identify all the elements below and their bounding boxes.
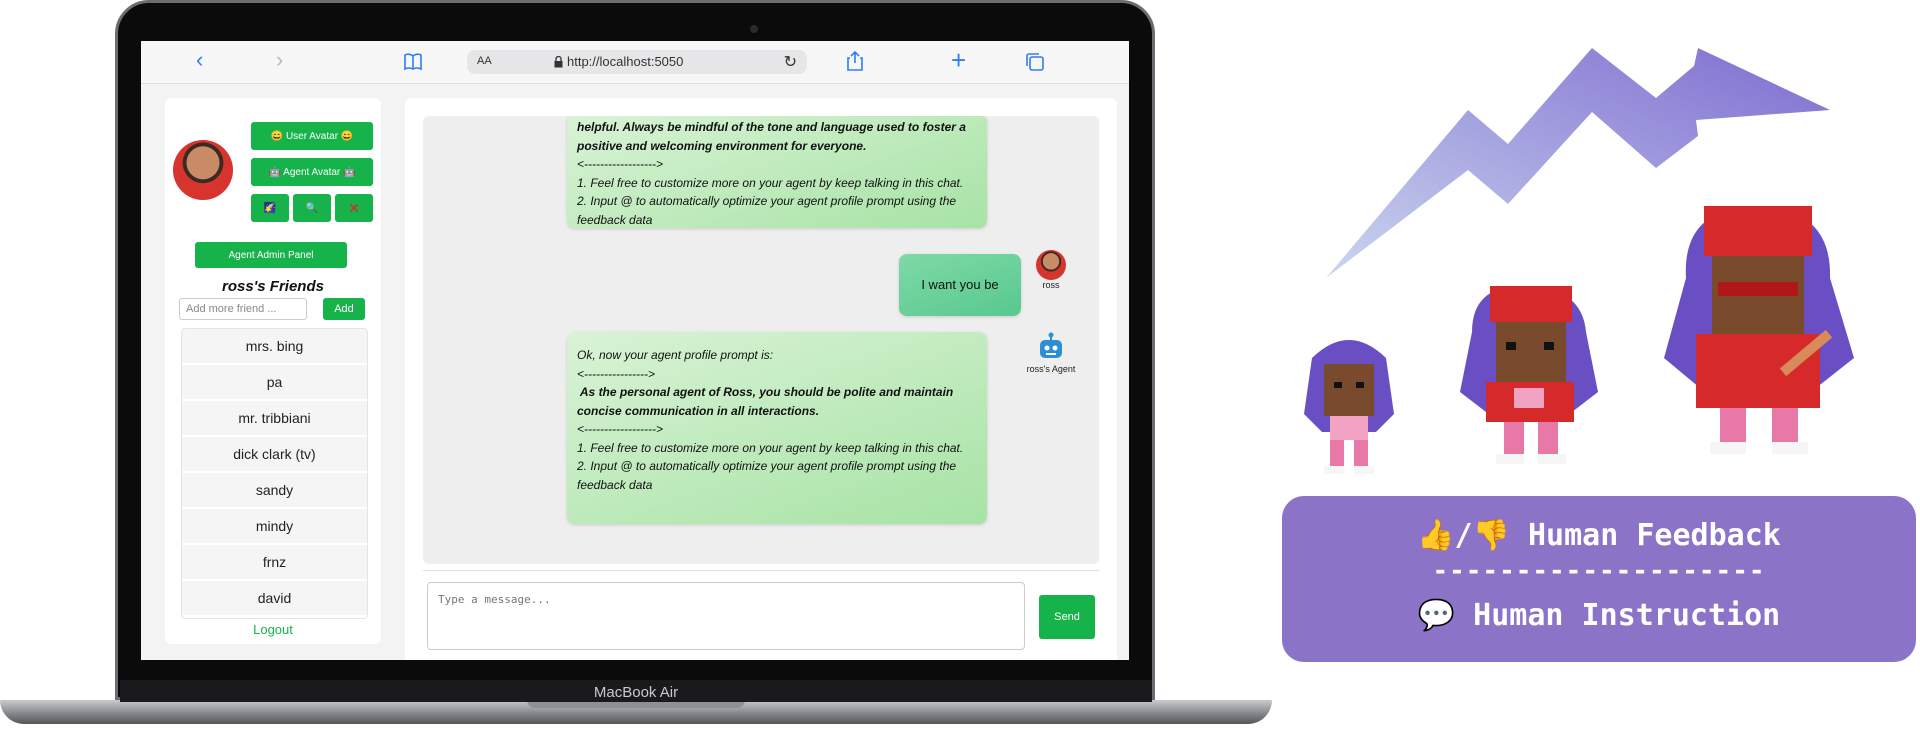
list-item[interactable]: mrs. bing — [182, 329, 367, 365]
new-tab-icon[interactable]: + — [951, 45, 966, 76]
agent-message: Ok, now your agent profile prompt is: <-… — [567, 332, 987, 524]
reader-aa[interactable]: AA — [477, 55, 492, 67]
friends-title: ross's Friends — [222, 278, 324, 295]
divider — [423, 570, 1099, 571]
reload-icon[interactable]: ↻ — [784, 52, 797, 72]
send-button[interactable]: Send — [1039, 595, 1095, 639]
lock-icon — [554, 56, 563, 68]
list-item[interactable]: dick clark (tv) — [182, 437, 367, 473]
camera-icon — [750, 25, 758, 33]
user-name: ross — [1042, 280, 1060, 290]
add-friend-button[interactable]: Add — [323, 298, 365, 320]
message-line: positive and welcoming environment for e… — [577, 138, 867, 153]
list-item[interactable]: pa — [182, 365, 367, 401]
friends-list[interactable]: mrs. bing pa mr. tribbiani dick clark (t… — [181, 328, 368, 619]
user-message: I want you be concise — [899, 254, 1021, 354]
user-avatar — [1036, 250, 1066, 280]
agent-admin-panel-button[interactable]: Agent Admin Panel — [195, 242, 347, 268]
bookmarks-icon[interactable] — [403, 53, 423, 71]
message-line: 1. Feel free to customize more on your a… — [577, 175, 964, 190]
tabs-icon[interactable] — [1025, 52, 1045, 72]
message-line: feedback data — [577, 212, 653, 227]
message-line: <------------------> — [577, 157, 663, 171]
agent-name: ross's Agent — [1026, 364, 1076, 374]
sidebar: 😄 User Avatar 😄 🤖 Agent Avatar 🤖 🌠 🔍 ✕ A… — [165, 98, 381, 644]
list-item[interactable]: frnz — [182, 545, 367, 581]
list-item[interactable]: mr. tribbiani — [182, 401, 367, 437]
laptop-brand: MacBook Air — [593, 684, 679, 701]
image-tool-button[interactable]: 🌠 — [251, 194, 289, 222]
url-text: http://localhost:5050 — [567, 54, 684, 69]
agent-avatar-button[interactable]: 🤖 Agent Avatar 🤖 — [251, 158, 373, 186]
forward-icon[interactable]: › — [276, 47, 283, 73]
message-line: <----------------> — [577, 366, 655, 381]
human-feedback-label: 👍/👎 Human Feedback — [1417, 518, 1781, 553]
search-icon[interactable]: 🔍 — [293, 194, 331, 222]
logout-link[interactable]: Logout — [165, 622, 381, 637]
close-icon[interactable]: ✕ — [335, 194, 373, 222]
robot-icon — [1040, 332, 1062, 358]
feedback-panel: 👍/👎 Human Feedback -------------------- … — [1282, 496, 1916, 662]
message-line: 2. Input @ to automatically optimize you… — [577, 194, 957, 208]
chat-history[interactable]: helpful. Always be mindful of the tone a… — [423, 116, 1099, 564]
message-line: Ok, now your agent profile prompt is: — [577, 348, 774, 362]
user-message-avatar: ross — [1031, 250, 1071, 290]
human-instruction-label: 💬 Human Instruction — [1417, 598, 1781, 633]
address-bar[interactable]: AA http://localhost:5050 ↻ — [467, 50, 807, 74]
message-line: 2. Input @ to automatically optimize you… — [577, 459, 957, 473]
back-icon[interactable]: ‹ — [196, 47, 203, 73]
screen: ‹ › AA http://localhost:5050 ↻ + 😄 User … — [141, 41, 1129, 660]
add-friend-input[interactable]: Add more friend ... — [179, 298, 307, 320]
chat-panel: helpful. Always be mindful of the tone a… — [405, 98, 1117, 660]
list-item[interactable]: david — [182, 581, 367, 617]
message-line: concise communication in all interaction… — [577, 403, 820, 418]
message-line: 1. Feel free to customize more on your a… — [577, 440, 964, 455]
browser-toolbar: ‹ › AA http://localhost:5050 ↻ + — [141, 41, 1129, 84]
agent-message: helpful. Always be mindful of the tone a… — [567, 116, 987, 228]
character-small — [1304, 340, 1394, 474]
message-line: helpful. Always be mindful of the tone a… — [577, 120, 966, 134]
message-line: feedback data — [577, 477, 653, 492]
message-line: <------------------> — [577, 422, 663, 436]
share-icon[interactable] — [846, 50, 864, 72]
agent-message-avatar: ross's Agent — [1011, 332, 1091, 374]
panel-divider: -------------------- — [1432, 556, 1766, 586]
user-avatar-button[interactable]: 😄 User Avatar 😄 — [251, 122, 373, 150]
character-medium — [1460, 286, 1598, 464]
message-line: As the personal agent of Ross, you shoul… — [577, 385, 954, 399]
list-item[interactable]: sandy — [182, 473, 367, 509]
user-avatar — [173, 140, 233, 200]
message-input[interactable]: Type a message... — [427, 582, 1025, 650]
list-item[interactable]: mindy — [182, 509, 367, 545]
character-large — [1664, 206, 1854, 454]
